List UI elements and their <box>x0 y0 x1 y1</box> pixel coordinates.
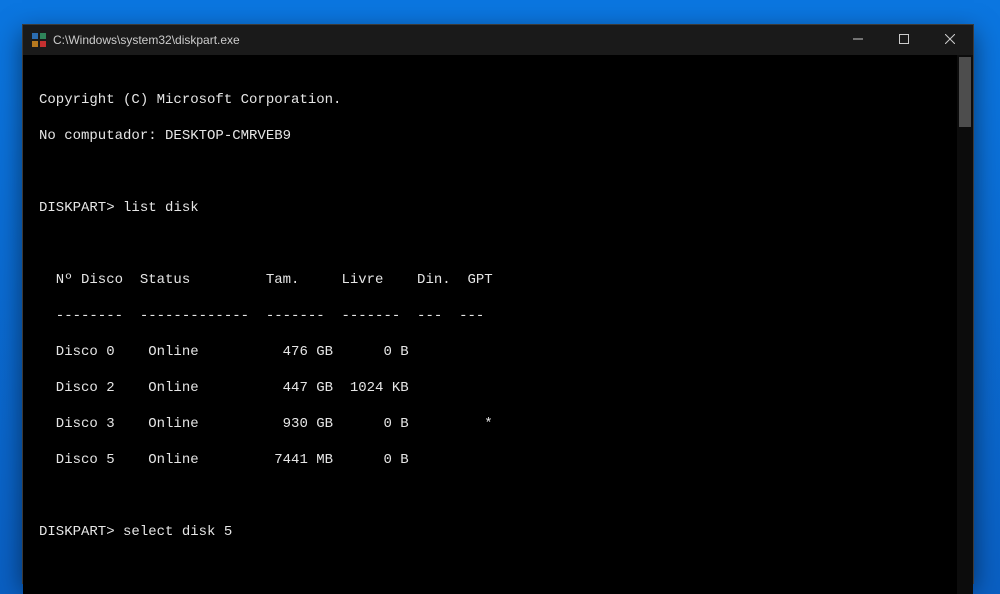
maximize-icon <box>899 33 909 47</box>
app-icon <box>31 32 47 48</box>
disk-row: Disco 5 Online 7441 MB 0 B <box>39 451 957 469</box>
disk-table-header: Nº Disco Status Tam. Livre Din. GPT <box>39 271 957 289</box>
blank-line <box>39 559 957 577</box>
window-title: C:\Windows\system32\diskpart.exe <box>53 33 240 47</box>
scroll-thumb[interactable] <box>959 57 971 127</box>
prompt-list-disk: DISKPART> list disk <box>39 199 957 217</box>
close-button[interactable] <box>927 25 973 55</box>
blank-line <box>39 487 957 505</box>
disk-row: Disco 3 Online 930 GB 0 B * <box>39 415 957 433</box>
disk-table-divider: -------- ------------- ------- ------- -… <box>39 307 957 325</box>
vertical-scrollbar[interactable] <box>957 55 973 594</box>
desktop: C:\Windows\system32\diskpart.exe Copyrig… <box>0 0 1000 594</box>
diskpart-window: C:\Windows\system32\diskpart.exe Copyrig… <box>22 24 974 584</box>
computer-line: No computador: DESKTOP-CMRVEB9 <box>39 127 957 145</box>
disk-row: Disco 0 Online 476 GB 0 B <box>39 343 957 361</box>
titlebar[interactable]: C:\Windows\system32\diskpart.exe <box>23 25 973 55</box>
copyright-line: Copyright (C) Microsoft Corporation. <box>39 91 957 109</box>
prompt-select-disk: DISKPART> select disk 5 <box>39 523 957 541</box>
terminal-output[interactable]: Copyright (C) Microsoft Corporation. No … <box>23 55 957 594</box>
blank-line <box>39 235 957 253</box>
terminal-area: Copyright (C) Microsoft Corporation. No … <box>23 55 973 594</box>
maximize-button[interactable] <box>881 25 927 55</box>
disk-row: Disco 2 Online 447 GB 1024 KB <box>39 379 957 397</box>
minimize-icon <box>853 33 863 47</box>
blank-line <box>39 163 957 181</box>
close-icon <box>945 33 955 47</box>
minimize-button[interactable] <box>835 25 881 55</box>
